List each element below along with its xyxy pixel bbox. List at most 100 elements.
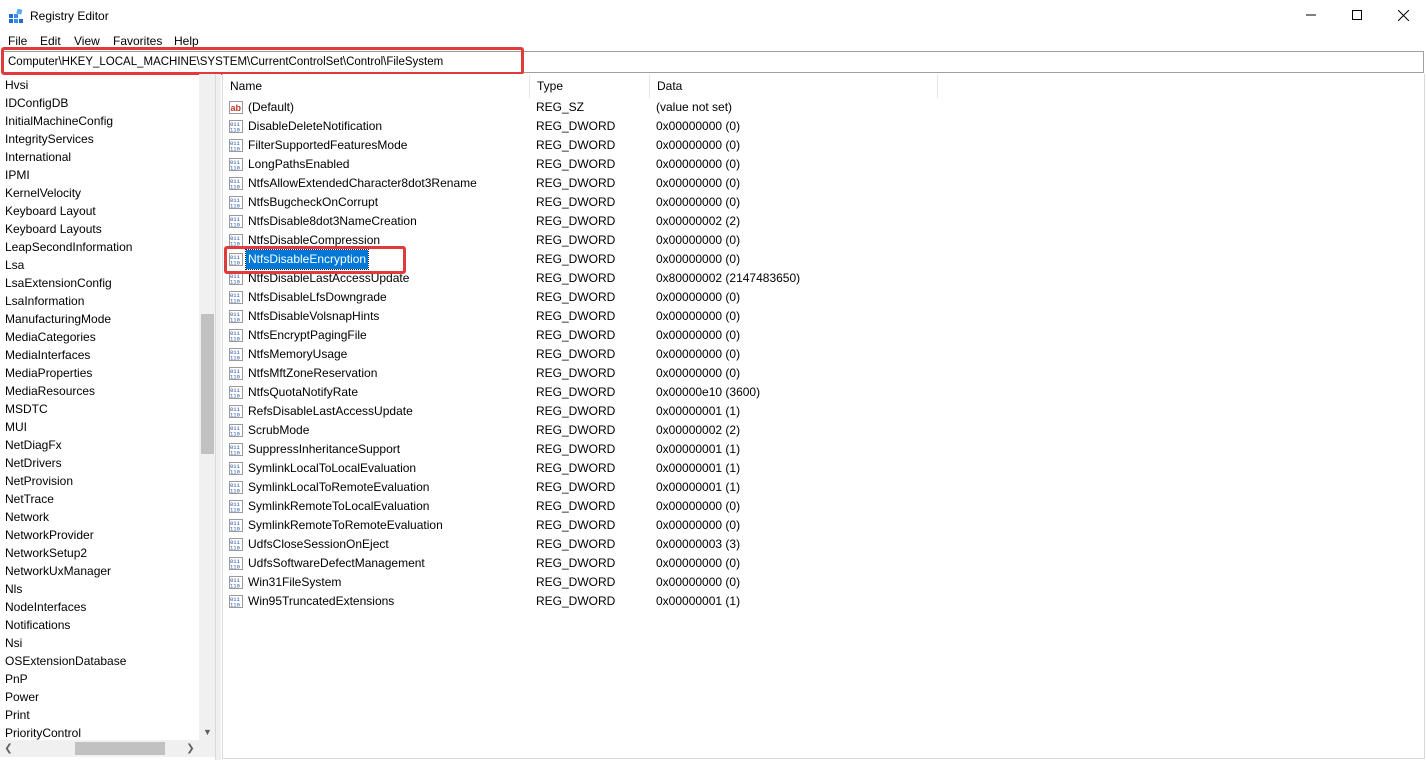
tree-item[interactable]: Print (5, 706, 197, 724)
tree-item[interactable]: NetworkSetup2 (5, 544, 197, 562)
value-name-cell[interactable]: 011110LongPathsEnabled (229, 155, 351, 174)
tree-item[interactable]: Lsa (5, 256, 197, 274)
value-name-cell[interactable]: 011110Win31FileSystem (229, 573, 343, 592)
tree-item[interactable]: Nls (5, 580, 197, 598)
tree-item[interactable]: Power (5, 688, 197, 706)
value-row[interactable]: ab(Default)REG_SZ(value not set) (223, 98, 1424, 117)
value-name-cell[interactable]: 011110SymlinkRemoteToRemoteEvaluation (229, 516, 445, 535)
tree-item[interactable]: MediaCategories (5, 328, 197, 346)
value-name-cell[interactable]: 011110NtfsMemoryUsage (229, 345, 349, 364)
scroll-left-arrow-icon[interactable]: ❮ (0, 740, 17, 757)
tree-item[interactable]: MediaProperties (5, 364, 197, 382)
value-row[interactable]: 011110UdfsCloseSessionOnEjectREG_DWORD0x… (223, 535, 1424, 554)
menu-edit[interactable]: Edit (40, 34, 61, 48)
value-name-cell[interactable]: 011110NtfsDisableCompression (229, 231, 382, 250)
value-row[interactable]: 011110NtfsBugcheckOnCorruptREG_DWORD0x00… (223, 193, 1424, 212)
tree-item[interactable]: MUI (5, 418, 197, 436)
value-name-cell[interactable]: 011110NtfsDisableVolsnapHints (229, 307, 381, 326)
tree-item[interactable]: ManufacturingMode (5, 310, 197, 328)
value-row[interactable]: 011110NtfsAllowExtendedCharacter8dot3Ren… (223, 174, 1424, 193)
scroll-down-arrow-icon[interactable]: ▼ (199, 723, 216, 740)
value-row[interactable]: 011110NtfsDisableLastAccessUpdateREG_DWO… (223, 269, 1424, 288)
value-row[interactable]: 011110SuppressInheritanceSupportREG_DWOR… (223, 440, 1424, 459)
value-name-cell[interactable]: 011110FilterSupportedFeaturesMode (229, 136, 409, 155)
value-name-cell[interactable]: 011110SuppressInheritanceSupport (229, 440, 402, 459)
tree-horizontal-scroll-thumb[interactable] (75, 742, 165, 755)
tree-item[interactable]: LsaInformation (5, 292, 197, 310)
menu-file[interactable]: File (8, 34, 27, 48)
value-name-cell[interactable]: 011110NtfsEncryptPagingFile (229, 326, 369, 345)
column-header-name[interactable]: Name (223, 74, 530, 98)
tree-horizontal-scrollbar[interactable]: ❮ ❯ (0, 740, 216, 757)
value-name-cell[interactable]: 011110NtfsDisableLastAccessUpdate (229, 269, 411, 288)
value-name-cell[interactable]: 011110SymlinkLocalToLocalEvaluation (229, 459, 418, 478)
tree-item[interactable]: PnP (5, 670, 197, 688)
value-name-cell[interactable]: 011110NtfsDisableEncryption (229, 250, 368, 269)
value-row[interactable]: 011110Win31FileSystemREG_DWORD0x00000000… (223, 573, 1424, 592)
value-name-cell[interactable]: 011110NtfsMftZoneReservation (229, 364, 379, 383)
value-row[interactable]: 011110SymlinkRemoteToLocalEvaluationREG_… (223, 497, 1424, 516)
value-row[interactable]: 011110UdfsSoftwareDefectManagementREG_DW… (223, 554, 1424, 573)
value-row[interactable]: 011110NtfsDisableLfsDowngradeREG_DWORD0x… (223, 288, 1424, 307)
menu-favorites[interactable]: Favorites (113, 34, 162, 48)
value-name-cell[interactable]: 011110NtfsAllowExtendedCharacter8dot3Ren… (229, 174, 479, 193)
tree-item[interactable]: Notifications (5, 616, 197, 634)
tree-item[interactable]: NetTrace (5, 490, 197, 508)
tree-item[interactable]: IntegrityServices (5, 130, 197, 148)
value-row[interactable]: 011110Win95TruncatedExtensionsREG_DWORD0… (223, 592, 1424, 611)
address-path[interactable]: Computer\HKEY_LOCAL_MACHINE\SYSTEM\Curre… (8, 56, 443, 68)
value-row[interactable]: 011110NtfsDisableEncryptionREG_DWORD0x00… (223, 250, 1424, 269)
value-name-cell[interactable]: 011110SymlinkRemoteToLocalEvaluation (229, 497, 431, 516)
value-row[interactable]: 011110NtfsDisable8dot3NameCreationREG_DW… (223, 212, 1424, 231)
value-name-cell[interactable]: 011110NtfsDisableLfsDowngrade (229, 288, 389, 307)
maximize-button[interactable] (1334, 0, 1380, 30)
menu-view[interactable]: View (74, 34, 100, 48)
tree-item[interactable]: IDConfigDB (5, 94, 197, 112)
value-row[interactable]: 011110LongPathsEnabledREG_DWORD0x0000000… (223, 155, 1424, 174)
value-name-cell[interactable]: 011110NtfsQuotaNotifyRate (229, 383, 360, 402)
value-name-cell[interactable]: 011110NtfsDisable8dot3NameCreation (229, 212, 419, 231)
tree-item[interactable]: MSDTC (5, 400, 197, 418)
value-row[interactable]: 011110NtfsQuotaNotifyRateREG_DWORD0x0000… (223, 383, 1424, 402)
tree-item[interactable]: MediaResources (5, 382, 197, 400)
tree-item[interactable]: KernelVelocity (5, 184, 197, 202)
menu-help[interactable]: Help (174, 34, 199, 48)
tree-item[interactable]: NetProvision (5, 472, 197, 490)
tree-item[interactable]: LsaExtensionConfig (5, 274, 197, 292)
scroll-right-arrow-icon[interactable]: ❯ (182, 740, 199, 757)
value-row[interactable]: 011110SymlinkLocalToRemoteEvaluationREG_… (223, 478, 1424, 497)
value-name-cell[interactable]: 011110UdfsCloseSessionOnEject (229, 535, 391, 554)
tree-item[interactable]: Nsi (5, 634, 197, 652)
value-name-cell[interactable]: 011110ScrubMode (229, 421, 311, 440)
tree-item[interactable]: Keyboard Layout (5, 202, 197, 220)
tree-item[interactable]: Network (5, 508, 197, 526)
value-name-cell[interactable]: ab(Default) (229, 98, 296, 117)
value-name-cell[interactable]: 011110NtfsBugcheckOnCorrupt (229, 193, 380, 212)
value-name-cell[interactable]: 011110RefsDisableLastAccessUpdate (229, 402, 415, 421)
value-row[interactable]: 011110NtfsEncryptPagingFileREG_DWORD0x00… (223, 326, 1424, 345)
address-bar[interactable]: Computer\HKEY_LOCAL_MACHINE\SYSTEM\Curre… (2, 51, 1424, 73)
value-row[interactable]: 011110FilterSupportedFeaturesModeREG_DWO… (223, 136, 1424, 155)
tree-item[interactable]: NetworkUxManager (5, 562, 197, 580)
value-name-cell[interactable]: 011110DisableDeleteNotification (229, 117, 384, 136)
tree-item[interactable]: International (5, 148, 197, 166)
tree-vertical-scroll-thumb[interactable] (201, 314, 214, 454)
column-header-type[interactable]: Type (530, 74, 650, 98)
tree-item[interactable]: InitialMachineConfig (5, 112, 197, 130)
value-name-cell[interactable]: 011110UdfsSoftwareDefectManagement (229, 554, 427, 573)
tree-item[interactable]: NetDiagFx (5, 436, 197, 454)
value-row[interactable]: 011110DisableDeleteNotificationREG_DWORD… (223, 117, 1424, 136)
pane-splitter[interactable] (216, 74, 221, 760)
value-row[interactable]: 011110NtfsMemoryUsageREG_DWORD0x00000000… (223, 345, 1424, 364)
value-name-cell[interactable]: 011110SymlinkLocalToRemoteEvaluation (229, 478, 431, 497)
tree-item[interactable]: LeapSecondInformation (5, 238, 197, 256)
tree-item[interactable]: MediaInterfaces (5, 346, 197, 364)
column-header-data[interactable]: Data (650, 74, 938, 98)
value-row[interactable]: 011110RefsDisableLastAccessUpdateREG_DWO… (223, 402, 1424, 421)
close-button[interactable] (1380, 0, 1426, 30)
tree-item[interactable]: IPMI (5, 166, 197, 184)
value-name-cell[interactable]: 011110Win95TruncatedExtensions (229, 592, 396, 611)
tree-item[interactable]: Hvsi (5, 76, 197, 94)
value-row[interactable]: 011110SymlinkRemoteToRemoteEvaluationREG… (223, 516, 1424, 535)
tree-item[interactable]: NetDrivers (5, 454, 197, 472)
